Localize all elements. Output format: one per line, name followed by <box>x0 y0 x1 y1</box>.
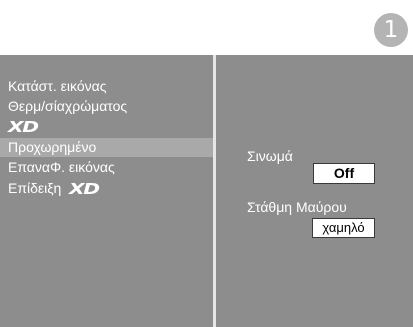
xd-logo-icon: XD <box>8 117 39 136</box>
menu-item-picture-mode[interactable]: Κατάστ. εικόνας <box>0 77 213 96</box>
osd-menu-panel: Κατάστ. εικόνας Θερμ/σίαχρώματος XD Προχ… <box>0 55 413 327</box>
menu-item-label: Κατάστ. εικόνας <box>8 78 107 94</box>
menu-list: Κατάστ. εικόνας Θερμ/σίαχρώματος XD Προχ… <box>0 55 213 327</box>
step-number-badge: 1 <box>374 13 408 47</box>
submenu-options: Σινωμά Off Στάθμη Μαύρου χαμηλό <box>216 55 413 327</box>
black-level-value[interactable]: χαμηλό <box>312 218 375 238</box>
menu-item-color-temperature[interactable]: Θερμ/σίαχρώματος <box>0 97 213 116</box>
noise-reduction-value[interactable]: Off <box>313 163 375 184</box>
menu-item-xd[interactable]: XD <box>0 117 213 136</box>
menu-item-label: ΕπαναΦ. εικόνας <box>8 159 115 175</box>
menu-item-picture-reset[interactable]: ΕπαναΦ. εικόνας <box>0 158 213 177</box>
xd-logo-icon: XD <box>69 179 100 198</box>
black-level-label: Στάθμη Μαύρου <box>247 199 347 215</box>
menu-item-label: Θερμ/σίαχρώματος <box>8 98 128 114</box>
menu-item-label: Επίδειξη <box>8 180 62 196</box>
menu-item-label: Προχωρημένο <box>8 139 97 155</box>
menu-item-xd-demo[interactable]: Επίδειξη XD <box>0 179 213 198</box>
menu-item-advanced[interactable]: Προχωρημένο <box>0 138 213 157</box>
noise-reduction-label: Σινωμά <box>247 148 293 164</box>
